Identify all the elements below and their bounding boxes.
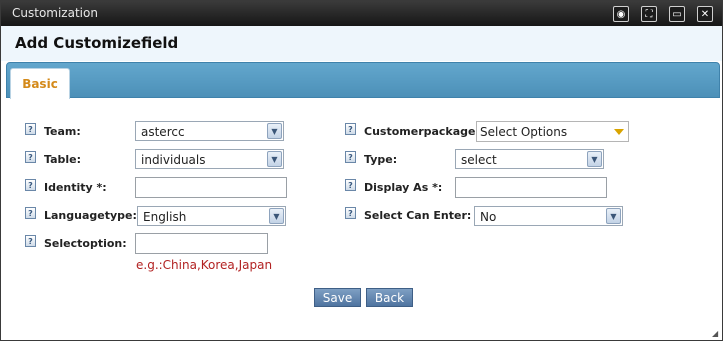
team-label: Team: [44,125,81,138]
tab-bar: Basic [6,62,720,99]
chevron-down-icon: ▼ [587,151,602,167]
display-as-label: Display As *: [364,181,443,194]
chevron-down-icon: ▼ [606,208,621,224]
customerpackage-label: Customerpackage: [364,125,480,138]
chevron-down-icon: ▼ [267,123,282,139]
table-value: individuals [141,153,206,167]
help-icon[interactable]: ? [25,123,36,135]
dialog-header: Add Customizefield [1,26,722,61]
help-icon[interactable]: ? [345,179,356,191]
save-button[interactable]: Save [314,288,361,307]
team-select[interactable]: astercc ▼ [135,121,284,141]
dialog-heading: Add Customizefield [15,34,179,52]
select-can-enter-value: No [480,210,497,224]
back-button[interactable]: Back [366,288,413,307]
resize-grip-icon[interactable]: ◢ [712,330,720,338]
customization-window: Customization ◉ ⛶ ▭ ✕ Add Customizefield… [0,0,723,341]
chevron-down-icon: ▼ [267,151,282,167]
identity-label: Identity *: [44,181,107,194]
type-value: select [461,153,497,167]
display-as-input[interactable] [455,177,607,198]
help-icon[interactable]: ? [345,123,356,135]
help-icon[interactable]: ? [345,207,356,219]
tab-basic[interactable]: Basic [10,68,70,99]
help-icon[interactable]: ? [345,151,356,163]
customerpackage-combo[interactable]: Select Options [476,121,629,142]
table-label: Table: [44,153,82,166]
dropdown-triangle-icon [614,129,624,135]
help-icon[interactable]: ? [25,235,36,247]
record-icon[interactable]: ◉ [613,6,629,22]
close-icon[interactable]: ✕ [697,6,713,22]
help-icon[interactable]: ? [25,151,36,163]
languagetype-label: Languagetype: [44,209,137,222]
chevron-down-icon: ▼ [269,208,284,224]
languagetype-value: English [143,210,187,224]
help-icon[interactable]: ? [25,179,36,191]
team-value: astercc [141,125,185,139]
window-title: Customization [12,6,98,20]
languagetype-select[interactable]: English ▼ [137,206,286,226]
identity-input[interactable] [135,177,287,198]
table-select[interactable]: individuals ▼ [135,149,284,169]
type-label: Type: [364,153,398,166]
help-icon[interactable]: ? [25,207,36,219]
selectoption-hint: e.g.:China,Korea,Japan [136,258,273,272]
type-select[interactable]: select ▼ [455,149,604,169]
select-can-enter-select[interactable]: No ▼ [474,206,623,226]
maximize-icon[interactable]: ▭ [669,6,685,22]
customerpackage-value: Select Options [480,125,568,139]
window-titlebar[interactable]: Customization ◉ ⛶ ▭ ✕ [1,1,722,26]
selectoption-label: Selectoption: [44,237,127,250]
fit-icon[interactable]: ⛶ [641,6,657,22]
select-can-enter-label: Select Can Enter: [364,209,472,222]
selectoption-input[interactable] [135,233,268,254]
